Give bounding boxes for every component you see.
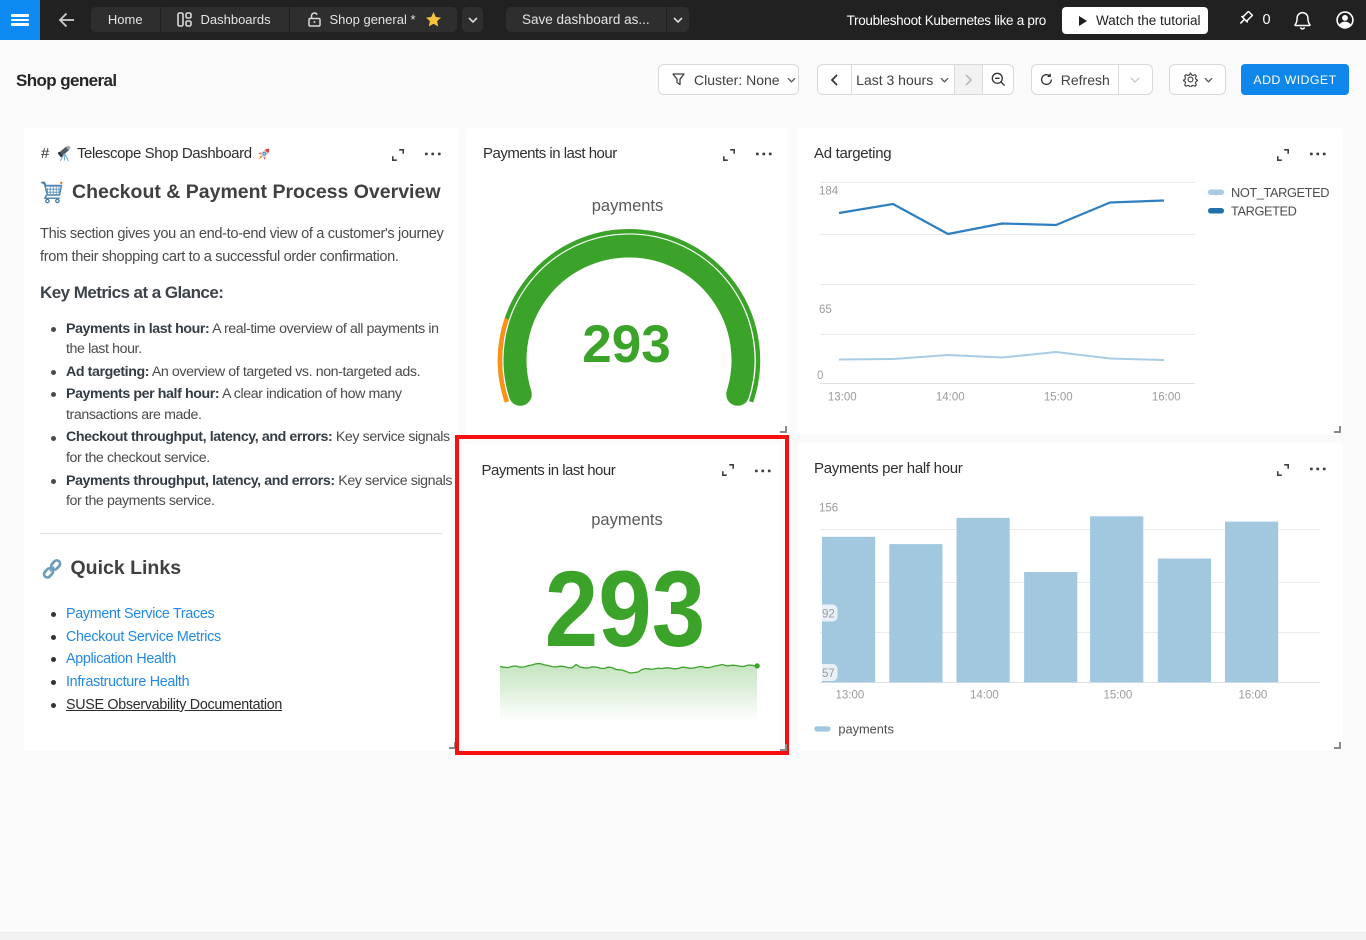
svg-text:14:00: 14:00 bbox=[936, 392, 965, 404]
svg-text:57: 57 bbox=[822, 668, 835, 680]
svg-text:TARGETED: TARGETED bbox=[1231, 204, 1297, 219]
svg-text:16:00: 16:00 bbox=[1152, 392, 1181, 404]
svg-text:NOT_TARGETED: NOT_TARGETED bbox=[1231, 185, 1329, 200]
svg-text:16:00: 16:00 bbox=[1239, 690, 1268, 702]
svg-text:156: 156 bbox=[819, 503, 838, 515]
svg-text:0: 0 bbox=[817, 370, 823, 382]
svg-text:payments: payments bbox=[838, 722, 893, 737]
svg-text:14:00: 14:00 bbox=[970, 690, 999, 702]
svg-text:13:00: 13:00 bbox=[836, 690, 865, 702]
svg-text:15:00: 15:00 bbox=[1044, 392, 1073, 404]
svg-text:92: 92 bbox=[822, 609, 835, 621]
svg-text:13:00: 13:00 bbox=[828, 392, 857, 404]
svg-text:65: 65 bbox=[819, 304, 832, 316]
svg-text:15:00: 15:00 bbox=[1104, 690, 1133, 702]
svg-text:184: 184 bbox=[819, 186, 839, 198]
